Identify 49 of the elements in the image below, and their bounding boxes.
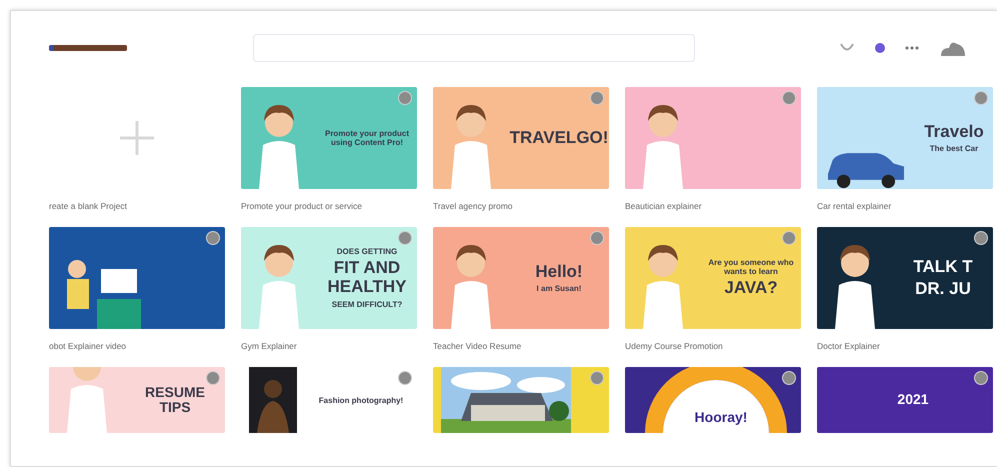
thumbnail-title: DR. JU	[915, 280, 971, 298]
template-caption[interactable]: Udemy Course Promotion	[625, 329, 801, 361]
template-caption[interactable]: Teacher Video Resume	[433, 329, 609, 361]
thumbnail-text: DOES GETTING	[336, 247, 398, 256]
template-caption[interactable]: obot Explainer video	[49, 329, 225, 361]
thumbnail-text: Promote your product using Content Pro!	[324, 129, 410, 147]
thumbnail-title: JAVA?	[724, 279, 778, 298]
template-thumbnail[interactable]: Promote your product using Content Pro!	[241, 87, 417, 189]
template-thumbnail[interactable]: Hello! I am Susan!	[433, 227, 609, 329]
template-thumbnail[interactable]: TALK T DR. JU	[817, 227, 993, 329]
thumbnail-title: RESUME TIPS	[144, 384, 206, 416]
template-thumbnail[interactable]	[49, 227, 225, 329]
thumbnail-text: I am Susan!	[536, 284, 582, 294]
thumbnail-title: TRAVELGO!	[510, 128, 608, 148]
thumbnail-title: Hooray!	[694, 410, 748, 425]
search-field[interactable]	[253, 34, 695, 62]
thumbnail-title: Travelo	[924, 122, 984, 142]
select-circle-icon[interactable]	[974, 371, 988, 385]
template-thumbnail[interactable]: Hooray!	[625, 367, 801, 433]
thumbnail-title: Hello!	[535, 262, 583, 282]
template-caption[interactable]: reate a blank Project	[49, 189, 225, 221]
template-thumbnail[interactable]: DOES GETTING FIT AND HEALTHY SEEM DIFFICULT?	[241, 227, 417, 329]
template-caption[interactable]: Car rental explainer	[817, 189, 993, 221]
template-thumbnail[interactable]: Travelo The best Car	[817, 87, 993, 189]
template-thumbnail[interactable]: TRAVELGO!	[433, 87, 609, 189]
template-caption[interactable]: Doctor Explainer	[817, 329, 993, 361]
thumbnail-text: SEEM DIFFICULT?	[332, 300, 402, 309]
template-thumbnail[interactable]	[625, 87, 801, 189]
thumbnail-text: Fashion photography!	[318, 396, 404, 404]
thumbnail-title: TALK T	[913, 258, 973, 276]
template-thumbnail[interactable]: 2021	[817, 367, 993, 433]
select-circle-icon[interactable]	[782, 371, 796, 385]
plus-icon[interactable]	[120, 121, 154, 155]
template-caption[interactable]: Gym Explainer	[241, 329, 417, 361]
select-circle-icon[interactable]	[206, 231, 220, 245]
template-thumbnail[interactable]	[433, 367, 609, 433]
thumbnail-title: FIT AND HEALTHY	[326, 259, 408, 297]
template-caption[interactable]: Beautician explainer	[625, 189, 801, 221]
select-circle-icon[interactable]	[974, 231, 988, 245]
thumbnail-text: Are you someone who wants to learn	[707, 258, 795, 276]
grid-menu-icon[interactable]	[905, 46, 919, 50]
template-thumbnail[interactable]: Are you someone who wants to learn JAVA?	[625, 227, 801, 329]
thumbnail-title: 2021	[897, 392, 929, 408]
thumbnail-text: The best Car	[930, 144, 978, 154]
template-thumbnail[interactable]: RESUME TIPS	[49, 367, 225, 433]
template-caption[interactable]: Promote your product or service	[241, 189, 417, 221]
cloud-icon[interactable]	[939, 40, 967, 56]
template-caption[interactable]: Travel agency promo	[433, 189, 609, 221]
avatar-icon[interactable]	[875, 43, 885, 53]
